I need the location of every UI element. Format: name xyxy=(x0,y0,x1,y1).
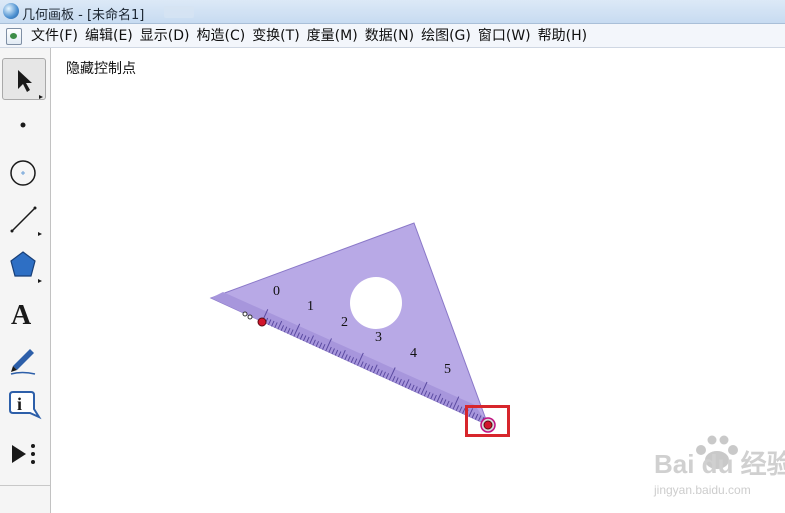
title-bar: 几何画板 - [未命名1] xyxy=(0,0,785,24)
arrow-select-tool[interactable] xyxy=(2,58,46,100)
text-a-icon: A xyxy=(11,300,32,331)
toolbox: A i xyxy=(0,48,51,513)
menu-construct[interactable]: 构造(C) xyxy=(195,24,251,48)
highlight-box xyxy=(465,405,510,437)
point-tool[interactable] xyxy=(2,104,46,146)
app-icon xyxy=(3,3,19,19)
marker-tool[interactable] xyxy=(2,338,46,380)
circle-icon xyxy=(10,160,36,186)
menu-bar: 文件(F) 编辑(E) 显示(D) 构造(C) 变换(T) 度量(M) 数据(N… xyxy=(0,24,785,48)
document-icon[interactable] xyxy=(6,28,22,45)
info-icon: i xyxy=(9,391,42,420)
compass-tool[interactable] xyxy=(2,151,46,193)
info-glyph: i xyxy=(17,394,22,414)
sketch-canvas[interactable]: 隐藏控制点 0 1 2 3 4 5 Bai du 经验 jingyan.baid… xyxy=(51,48,785,513)
menu-measure[interactable]: 度量(M) xyxy=(306,24,364,48)
menu-items: 文件(F) 编辑(E) 显示(D) 构造(C) 变换(T) 度量(M) 数据(N… xyxy=(30,24,593,48)
text-tool[interactable]: A xyxy=(2,292,46,334)
ruler-hole xyxy=(350,277,402,329)
menu-display[interactable]: 显示(D) xyxy=(139,24,196,48)
menu-number[interactable]: 数据(N) xyxy=(364,24,420,48)
zero-control-point[interactable] xyxy=(257,317,267,327)
control-point-small[interactable] xyxy=(242,311,248,317)
menu-window[interactable]: 窗口(W) xyxy=(477,24,537,48)
pentagon-icon xyxy=(10,251,42,283)
ruler-label-3: 3 xyxy=(375,330,382,345)
ruler-label-0: 0 xyxy=(273,284,280,299)
menu-help[interactable]: 帮助(H) xyxy=(537,24,593,48)
window-title: 几何画板 - [未命名1] xyxy=(22,8,145,23)
straightedge-tool[interactable] xyxy=(2,198,46,240)
ruler-label-1: 1 xyxy=(307,299,314,314)
title-blurred-region xyxy=(164,6,194,18)
ruler-label-2: 2 xyxy=(341,315,348,330)
menu-file[interactable]: 文件(F) xyxy=(30,24,84,48)
menu-transform[interactable]: 变换(T) xyxy=(251,24,305,48)
control-point-small[interactable] xyxy=(247,314,253,320)
custom-tool[interactable] xyxy=(2,433,46,475)
segment-icon xyxy=(10,206,42,236)
text-a-glyph: A xyxy=(11,300,32,331)
triangle-ruler-drawing: 0 1 2 3 4 5 xyxy=(209,222,496,433)
play-more-icon xyxy=(12,444,35,464)
ruler-label-5: 5 xyxy=(444,362,451,377)
polygon-tool[interactable] xyxy=(2,245,46,287)
ruler-label-4: 4 xyxy=(410,346,417,361)
point-icon xyxy=(20,122,26,128)
toolbox-divider xyxy=(0,485,50,486)
information-tool[interactable]: i xyxy=(2,385,46,427)
arrow-icon xyxy=(18,70,43,99)
menu-graph[interactable]: 绘图(G) xyxy=(420,24,477,48)
menu-edit[interactable]: 编辑(E) xyxy=(84,24,139,48)
pen-icon xyxy=(10,349,36,375)
